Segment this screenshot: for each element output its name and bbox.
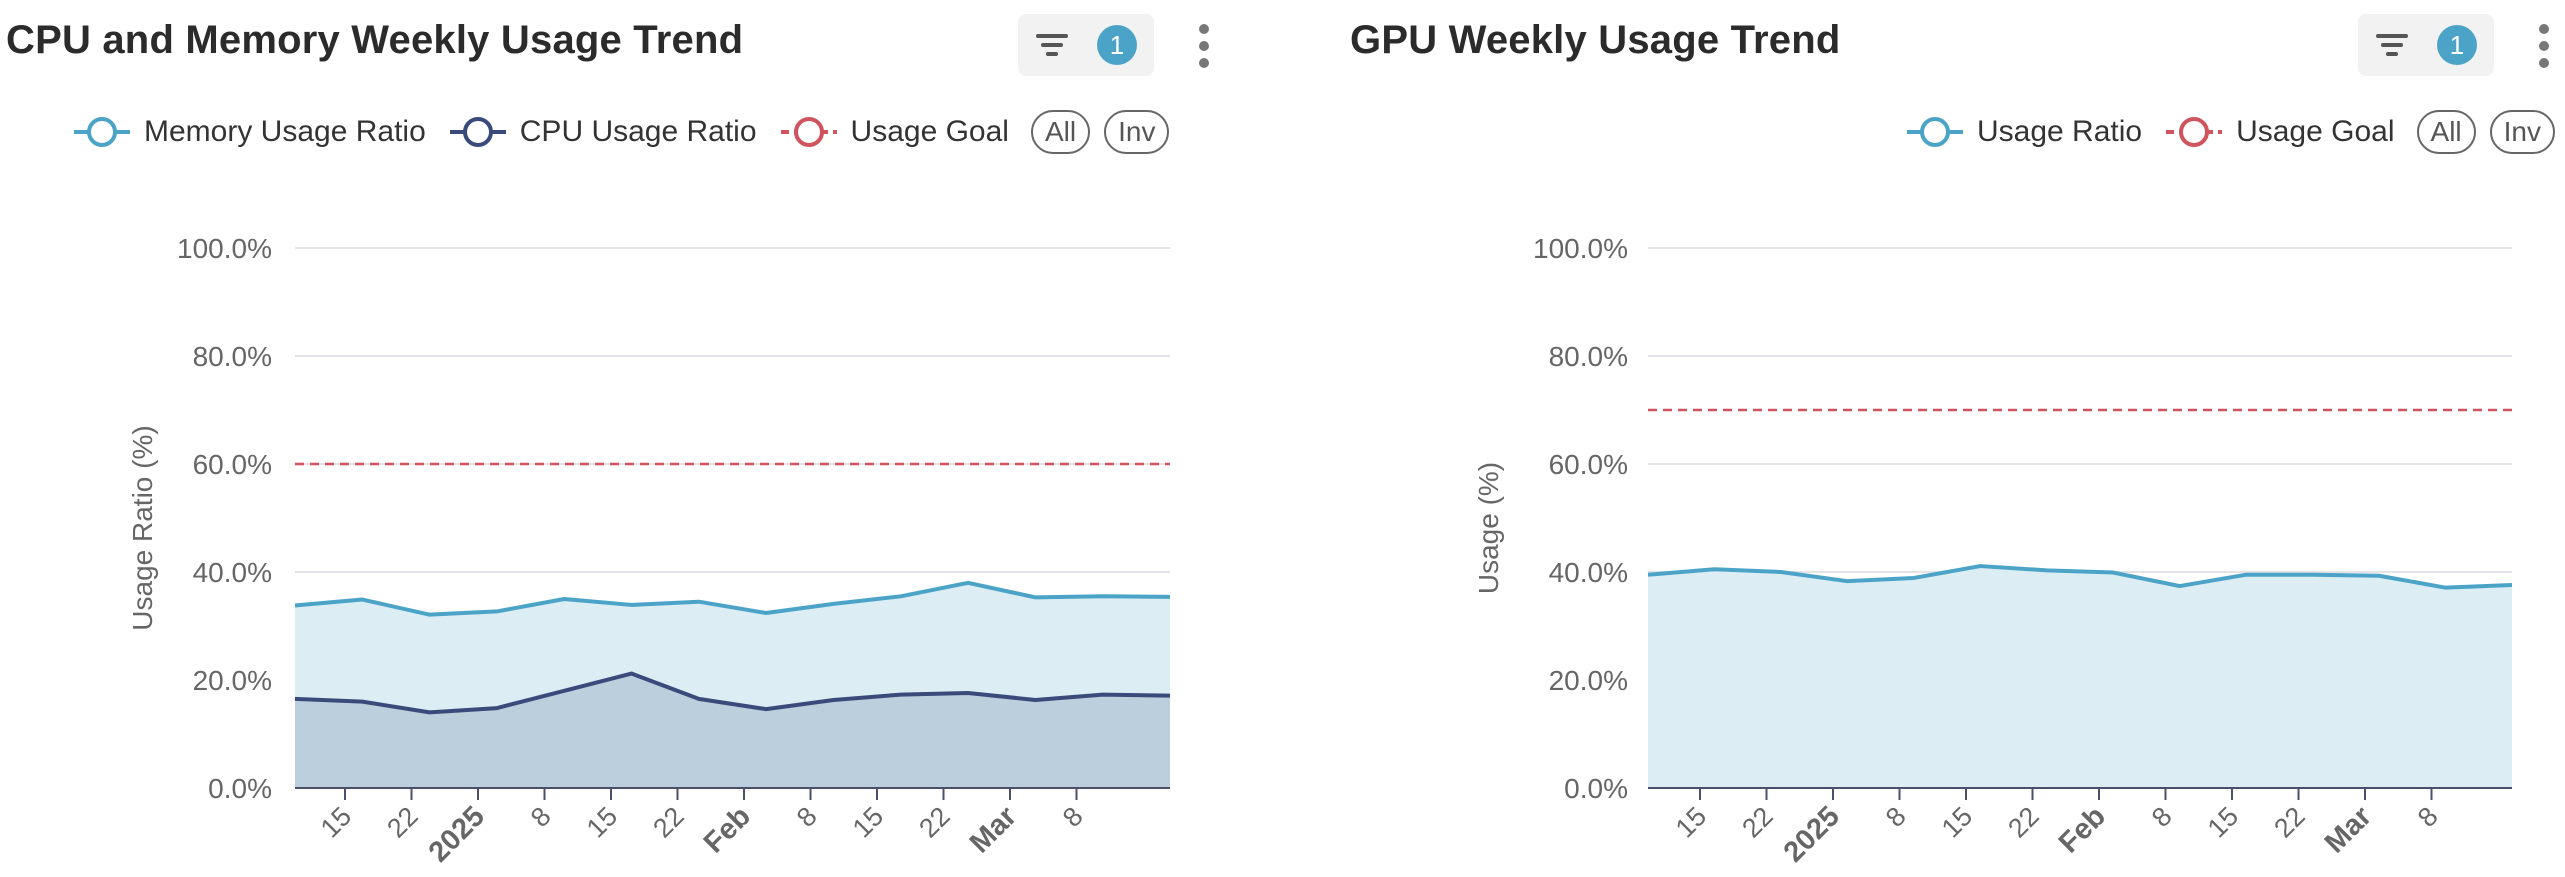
x-tick-label: 2025 bbox=[1778, 800, 1846, 868]
x-tick-label: Feb bbox=[2053, 800, 2112, 859]
x-tick-label: 22 bbox=[2002, 801, 2044, 843]
y-tick-label: 40.0% bbox=[1549, 557, 1628, 588]
x-tick-label: 15 bbox=[2202, 801, 2244, 843]
x-tick-label: 8 bbox=[1880, 801, 1912, 833]
x-tick-label: 15 bbox=[1670, 801, 1712, 843]
x-tick-label: 22 bbox=[2268, 801, 2310, 843]
y-tick-label: 0.0% bbox=[1564, 773, 1628, 804]
gpu-chart: 0.0% 20.0% 40.0% 60.0% 80.0% 100.0% Usage (%) 1… bbox=[1473, 233, 2513, 869]
x-tick-label: Mar bbox=[2319, 800, 2378, 859]
x-tick-label: 15 bbox=[1936, 801, 1978, 843]
x-tick-label: 8 bbox=[2146, 801, 2178, 833]
y-tick-label: 20.0% bbox=[1549, 665, 1628, 696]
y-tick-label: 100.0% bbox=[1533, 233, 1628, 264]
x-tick-label: 22 bbox=[1736, 801, 1778, 843]
series-area bbox=[1648, 566, 2512, 788]
x-tick-label: 8 bbox=[2412, 801, 2444, 833]
y-axis-title: Usage (%) bbox=[1473, 462, 1504, 594]
y-tick-label: 80.0% bbox=[1549, 341, 1628, 372]
y-tick-label: 60.0% bbox=[1549, 449, 1628, 480]
